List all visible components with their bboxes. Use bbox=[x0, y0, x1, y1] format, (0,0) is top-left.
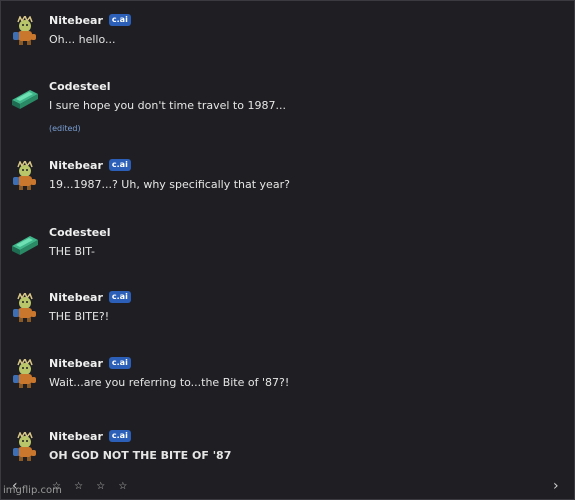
ai-badge: c.ai bbox=[108, 14, 131, 26]
ai-badge: c.ai bbox=[108, 291, 131, 303]
steel-ingot-avatar-icon[interactable] bbox=[10, 228, 40, 258]
author-name: Nitebear bbox=[49, 356, 103, 370]
edited-label: (edited) bbox=[49, 124, 81, 133]
bear-avatar-icon[interactable] bbox=[10, 359, 40, 389]
message-text: Oh... hello... bbox=[49, 33, 116, 46]
ai-badge: c.ai bbox=[108, 430, 131, 442]
author-name: Nitebear bbox=[49, 158, 103, 172]
message-text: 19...1987...? Uh, why specifically that … bbox=[49, 178, 290, 191]
bear-avatar-icon[interactable] bbox=[10, 432, 40, 462]
watermark: imgflip.com bbox=[3, 485, 62, 496]
rating-stars[interactable]: ☆ ☆ ☆ ☆ bbox=[52, 481, 132, 492]
steel-ingot-avatar-icon[interactable] bbox=[10, 82, 40, 112]
author-name: Codesteel bbox=[49, 225, 111, 239]
chevron-right-icon[interactable]: › bbox=[553, 479, 559, 493]
message-item: Nitebear c.ai Oh... hello... bbox=[10, 12, 131, 46]
ai-badge: c.ai bbox=[108, 159, 131, 171]
author-name: Nitebear bbox=[49, 290, 103, 304]
message-item: Nitebear c.ai 19...1987...? Uh, why spec… bbox=[10, 157, 290, 191]
message-item: Nitebear c.ai OH GOD NOT THE BITE OF '87 bbox=[10, 428, 231, 462]
bear-avatar-icon[interactable] bbox=[10, 161, 40, 191]
message-text: OH GOD NOT THE BITE OF '87 bbox=[49, 449, 232, 462]
author-name: Nitebear bbox=[49, 13, 103, 27]
bear-avatar-icon[interactable] bbox=[10, 16, 40, 46]
message-item: Nitebear c.ai Wait...are you referring t… bbox=[10, 355, 289, 389]
message-item: Nitebear c.ai THE BITE?! bbox=[10, 289, 131, 323]
message-text: THE BIT- bbox=[49, 245, 95, 258]
author-name: Codesteel bbox=[49, 79, 111, 93]
message-text: Wait...are you referring to...the Bite o… bbox=[49, 376, 290, 389]
message-item: Codesteel I sure hope you don't time tra… bbox=[10, 78, 286, 133]
message-item: Codesteel THE BIT- bbox=[10, 224, 110, 258]
bear-avatar-icon[interactable] bbox=[10, 293, 40, 323]
message-text: I sure hope you don't time travel to 198… bbox=[49, 99, 286, 112]
ai-badge: c.ai bbox=[108, 357, 131, 369]
message-text: THE BITE?! bbox=[49, 310, 110, 323]
author-name: Nitebear bbox=[49, 429, 103, 443]
